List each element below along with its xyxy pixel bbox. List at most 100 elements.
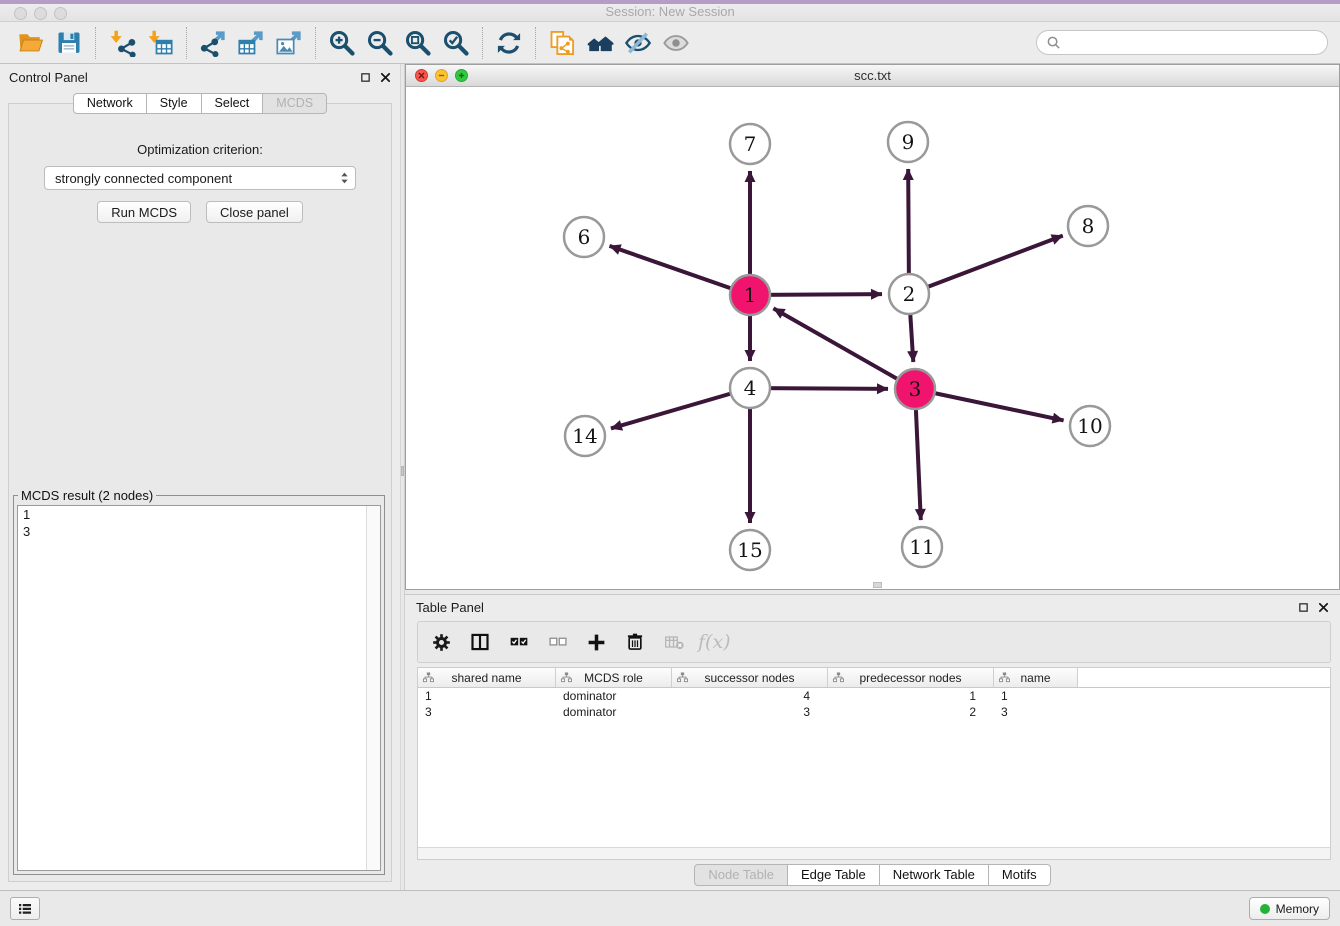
table-cell[interactable]: 3	[672, 704, 828, 720]
export-image-icon[interactable]	[270, 26, 308, 60]
node-label: 7	[744, 132, 757, 156]
graph-node-9[interactable]: 9	[888, 122, 928, 162]
table-row[interactable]: 3dominator323	[418, 704, 1330, 720]
float-panel-icon[interactable]	[360, 72, 371, 83]
graph-node-4[interactable]: 4	[730, 368, 770, 408]
dropdown-stepper-icon	[340, 171, 349, 185]
node-label: 6	[578, 225, 591, 249]
open-folder-icon[interactable]	[12, 26, 50, 60]
table-cell[interactable]: 4	[672, 688, 828, 704]
close-window-button[interactable]	[14, 7, 27, 20]
graph-edge-3-10[interactable]	[915, 389, 1064, 420]
import-table-icon[interactable]	[141, 26, 179, 60]
graph-node-11[interactable]: 11	[902, 527, 942, 567]
search-input[interactable]	[1036, 30, 1328, 55]
toolbar-separator	[535, 27, 536, 59]
graph-node-15[interactable]: 15	[730, 530, 770, 570]
export-table-icon[interactable]	[232, 26, 270, 60]
minimize-window-button[interactable]	[34, 7, 47, 20]
table-tab-edge-table[interactable]: Edge Table	[788, 864, 880, 886]
control-panel: Control Panel NetworkStyleSelectMCDS Opt…	[0, 64, 400, 890]
close-panel-button[interactable]: Close panel	[206, 201, 303, 223]
graph-node-6[interactable]: 6	[564, 217, 604, 257]
deselect-all-icon[interactable]	[547, 632, 569, 652]
gear-icon[interactable]	[431, 632, 452, 653]
network-window-titlebar[interactable]: scc.txt	[406, 65, 1339, 87]
panel-splitter[interactable]	[400, 64, 405, 890]
canvas-resize-grip[interactable]	[873, 582, 882, 588]
column-header-MCDS-role[interactable]: MCDS role	[556, 668, 672, 687]
graph-node-3[interactable]: 3	[895, 369, 935, 409]
graph-node-10[interactable]: 10	[1070, 406, 1110, 446]
hide-graphics-details-icon[interactable]	[619, 26, 657, 60]
memory-button[interactable]: Memory	[1249, 897, 1330, 920]
mcds-result-box[interactable]: 13	[17, 505, 381, 871]
column-header-shared-name[interactable]: shared name	[418, 668, 556, 687]
zoom-selected-icon[interactable]	[437, 26, 475, 60]
graph-node-1[interactable]: 1	[730, 275, 770, 315]
zoom-view-button[interactable]	[455, 69, 468, 82]
graph-edge-3-1[interactable]	[773, 308, 915, 389]
table-horizontal-scrollbar[interactable]	[418, 847, 1330, 859]
column-header-name[interactable]: name	[994, 668, 1078, 687]
select-all-icon[interactable]	[508, 632, 530, 652]
table-cell[interactable]: 1	[828, 688, 994, 704]
close-panel-icon[interactable]	[380, 72, 391, 83]
tab-select[interactable]: Select	[202, 93, 264, 114]
table-cell[interactable]: dominator	[556, 704, 672, 720]
result-scrollbar[interactable]	[366, 506, 380, 870]
graph-node-8[interactable]: 8	[1068, 206, 1108, 246]
run-mcds-button[interactable]: Run MCDS	[97, 201, 191, 223]
table-cell[interactable]: 1	[418, 688, 556, 704]
network-window-title: scc.txt	[406, 65, 1339, 87]
column-header-successor-nodes[interactable]: successor nodes	[672, 668, 828, 687]
import-network-icon[interactable]	[103, 26, 141, 60]
table-tab-network-table[interactable]: Network Table	[880, 864, 989, 886]
float-table-panel-icon[interactable]	[1298, 602, 1309, 613]
table-row[interactable]: 1dominator411	[418, 688, 1330, 704]
split-columns-icon[interactable]	[469, 632, 491, 652]
mcds-result-line: 1	[18, 506, 380, 523]
graph-edge-4-14[interactable]	[611, 388, 750, 428]
save-icon[interactable]	[50, 26, 88, 60]
table-tab-motifs[interactable]: Motifs	[989, 864, 1051, 886]
minimize-view-button[interactable]	[435, 69, 448, 82]
table-tab-node-table[interactable]: Node Table	[694, 864, 788, 886]
graph-node-14[interactable]: 14	[565, 416, 605, 456]
zoom-out-icon[interactable]	[361, 26, 399, 60]
column-header-label: successor nodes	[704, 671, 794, 685]
task-history-button[interactable]	[10, 897, 40, 920]
tab-mcds[interactable]: MCDS	[263, 93, 327, 114]
table-panel-title: Table Panel	[416, 600, 484, 615]
export-network-icon[interactable]	[194, 26, 232, 60]
home-icon[interactable]	[581, 26, 619, 60]
network-graph[interactable]: 7 9 6 8 1 2 4 3 14 10 15 11	[406, 87, 1339, 589]
graph-edge-2-8[interactable]	[909, 236, 1063, 294]
graph-node-2[interactable]: 2	[889, 274, 929, 314]
graph-edge-1-6[interactable]	[609, 246, 750, 295]
close-table-panel-icon[interactable]	[1318, 602, 1329, 613]
maximize-window-button[interactable]	[54, 7, 67, 20]
graph-node-7[interactable]: 7	[730, 124, 770, 164]
table-cell[interactable]: 3	[994, 704, 1078, 720]
clone-network-icon[interactable]	[543, 26, 581, 60]
tab-style[interactable]: Style	[147, 93, 202, 114]
table-cell[interactable]: 1	[994, 688, 1078, 704]
column-header-predecessor-nodes[interactable]: predecessor nodes	[828, 668, 994, 687]
table-cell[interactable]: dominator	[556, 688, 672, 704]
toolbar-separator	[482, 27, 483, 59]
splitter-grip[interactable]	[401, 466, 404, 476]
zoom-fit-icon[interactable]	[399, 26, 437, 60]
show-graphics-details-icon[interactable]	[657, 26, 695, 60]
close-view-button[interactable]	[415, 69, 428, 82]
memory-status-dot	[1260, 904, 1270, 914]
tab-network[interactable]: Network	[73, 93, 147, 114]
table-cell[interactable]: 3	[418, 704, 556, 720]
refresh-icon[interactable]	[490, 26, 528, 60]
add-column-icon[interactable]	[586, 632, 607, 653]
zoom-in-icon[interactable]	[323, 26, 361, 60]
optimization-criterion-select[interactable]: strongly connected component	[44, 166, 356, 190]
delete-column-icon[interactable]	[624, 632, 646, 652]
table-cell[interactable]: 2	[828, 704, 994, 720]
network-canvas[interactable]: 7 9 6 8 1 2 4 3 14 10 15 11	[406, 87, 1339, 589]
